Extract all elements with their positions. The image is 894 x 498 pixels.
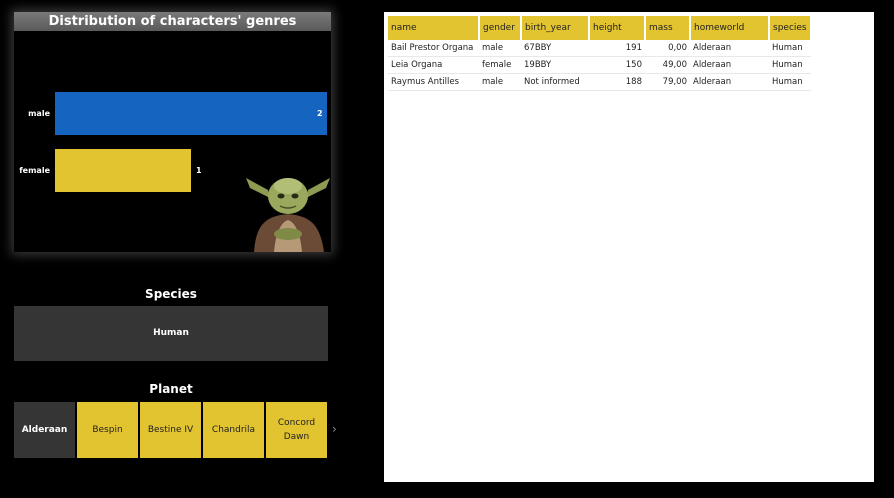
column-header-gender[interactable]: gender <box>479 16 522 40</box>
cell-mass: 79,00 <box>645 73 690 91</box>
bar-female[interactable] <box>55 149 191 192</box>
cell-homeworld: Alderaan <box>690 73 769 91</box>
column-header-height[interactable]: height <box>589 16 646 40</box>
cell-birth-year: 67BBY <box>521 40 589 57</box>
cell-gender: female <box>479 56 521 74</box>
cell-height: 191 <box>589 40 645 57</box>
table-row: Leia Organa female 19BBY 150 49,00 Alder… <box>388 56 811 74</box>
planet-option-chandrila[interactable]: Chandrila <box>203 402 264 458</box>
planet-option-bespin[interactable]: Bespin <box>77 402 138 458</box>
genre-chart-card: Distribution of characters' genres male 2… <box>14 12 331 252</box>
characters-table: name gender birth_year height mass homew… <box>388 16 812 91</box>
column-header-mass[interactable]: mass <box>645 16 691 40</box>
cell-height: 188 <box>589 73 645 91</box>
cell-birth-year: 19BBY <box>521 56 589 74</box>
cell-species: Human <box>769 56 811 74</box>
column-header-homeworld[interactable]: homeworld <box>690 16 770 40</box>
chevron-right-icon[interactable]: › <box>332 422 344 438</box>
cell-gender: male <box>479 73 521 91</box>
species-slicer-title: Species <box>145 287 197 301</box>
bar-value-label: 2 <box>317 109 323 118</box>
table-row: Raymus Antilles male Not informed 188 79… <box>388 73 811 91</box>
bar-value-label: 1 <box>196 166 202 175</box>
yoda-image <box>246 178 330 252</box>
species-option-human[interactable]: Human <box>14 306 328 361</box>
cell-name: Leia Organa <box>388 56 479 74</box>
cell-mass: 0,00 <box>645 40 690 57</box>
cell-mass: 49,00 <box>645 56 690 74</box>
cell-homeworld: Alderaan <box>690 40 769 57</box>
cell-species: Human <box>769 73 811 91</box>
table-row: Bail Prestor Organa male 67BBY 191 0,00 … <box>388 40 811 57</box>
column-header-name[interactable]: name <box>388 16 480 40</box>
planet-slicer-title: Planet <box>149 382 193 396</box>
cell-name: Raymus Antilles <box>388 73 479 91</box>
bar-row-male: male 2 <box>14 92 331 135</box>
cell-birth-year: Not informed <box>521 73 589 91</box>
characters-table-panel: name gender birth_year height mass homew… <box>384 12 874 482</box>
column-header-species[interactable]: species <box>769 16 812 40</box>
cell-gender: male <box>479 40 521 57</box>
planet-option-alderaan[interactable]: Alderaan <box>14 402 75 458</box>
column-header-birth-year[interactable]: birth_year <box>521 16 590 40</box>
bar-label: male <box>28 109 50 118</box>
planet-slicer: Alderaan Bespin Bestine IV Chandrila Con… <box>14 402 327 458</box>
cell-height: 150 <box>589 56 645 74</box>
cell-species: Human <box>769 40 811 57</box>
planet-option-concord-dawn[interactable]: Concord Dawn <box>266 402 327 458</box>
chart-title: Distribution of characters' genres <box>14 12 331 31</box>
bar-label: female <box>19 166 50 175</box>
planet-option-bestine-iv[interactable]: Bestine IV <box>140 402 201 458</box>
cell-name: Bail Prestor Organa <box>388 40 479 57</box>
bar-male[interactable] <box>55 92 327 135</box>
cell-homeworld: Alderaan <box>690 56 769 74</box>
